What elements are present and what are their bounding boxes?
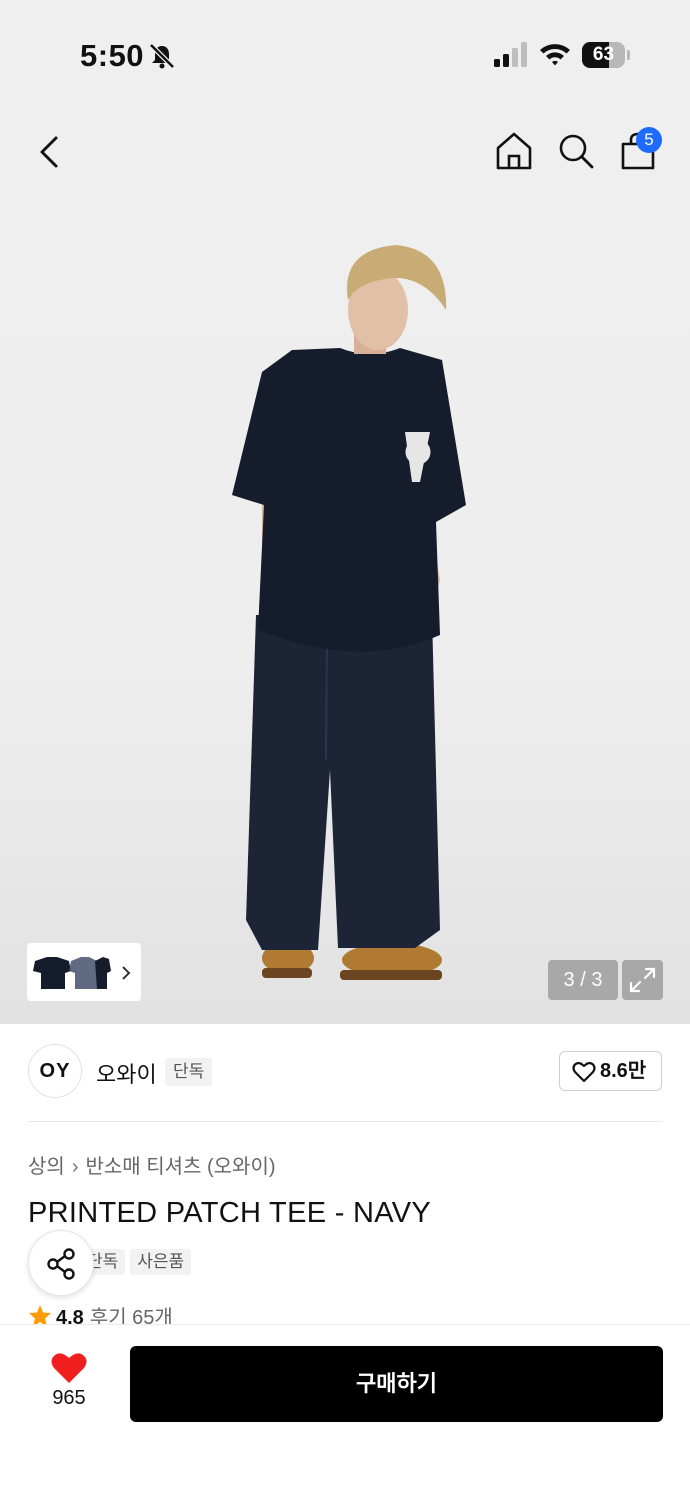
thumbnail-images: [33, 957, 131, 989]
expand-button[interactable]: [622, 960, 663, 1000]
bell-slash-icon: [149, 43, 175, 69]
bottom-action-bar: 965 구매하기: [0, 1324, 690, 1500]
image-counter: 3 / 3: [548, 960, 618, 1000]
product-photo: [232, 245, 466, 980]
back-chevron-icon[interactable]: [30, 130, 70, 174]
wishlist-button[interactable]: 965: [30, 1347, 108, 1423]
share-icon: [47, 1248, 75, 1280]
brand-like-button[interactable]: 8.6만: [559, 1051, 662, 1091]
breadcrumb-separator-icon: ›: [71, 1156, 79, 1178]
battery-level: 63: [592, 44, 615, 65]
battery-tip: [627, 50, 630, 60]
breadcrumb-subcategory[interactable]: 반소매 티셔츠 (오와이): [85, 1156, 275, 1178]
share-button[interactable]: [28, 1230, 94, 1296]
brand-like-count: 8.6만: [600, 1060, 647, 1082]
battery-body: 63: [582, 42, 625, 68]
wishlist-count: 965: [52, 1387, 86, 1409]
home-icon[interactable]: [494, 130, 534, 172]
buy-button[interactable]: 구매하기: [130, 1346, 663, 1422]
brand-name[interactable]: 오와이: [96, 1057, 157, 1089]
heart-outline-icon: [572, 1061, 596, 1083]
heart-filled-icon: [51, 1353, 87, 1383]
cellular-signal-icon: [494, 42, 527, 67]
wifi-icon: [540, 44, 570, 66]
exclusive-badge: 단독: [165, 1058, 213, 1086]
battery-icon: 63: [582, 42, 630, 68]
search-icon[interactable]: [556, 130, 596, 172]
brand-row: OY 오와이 단독 8.6만: [0, 1024, 690, 1122]
status-bar: 5:50 63: [0, 0, 690, 110]
divider: [28, 1121, 662, 1122]
cart-count-badge: 5: [636, 127, 662, 153]
expand-icon: [629, 967, 656, 993]
product-tags: 단독 사은품: [80, 1249, 196, 1275]
status-time: 5:50: [80, 38, 145, 73]
brand-logo[interactable]: OY: [28, 1044, 82, 1098]
breadcrumb: 상의 › 반소매 티셔츠 (오와이): [28, 1150, 276, 1179]
product-image-gallery[interactable]: 5 3 / 3: [0, 110, 690, 1024]
tag-gift: 사은품: [130, 1249, 192, 1275]
thumbnail-strip[interactable]: [27, 943, 141, 1001]
breadcrumb-category[interactable]: 상의: [28, 1156, 65, 1178]
product-title: PRINTED PATCH TEE - NAVY: [28, 1197, 432, 1229]
